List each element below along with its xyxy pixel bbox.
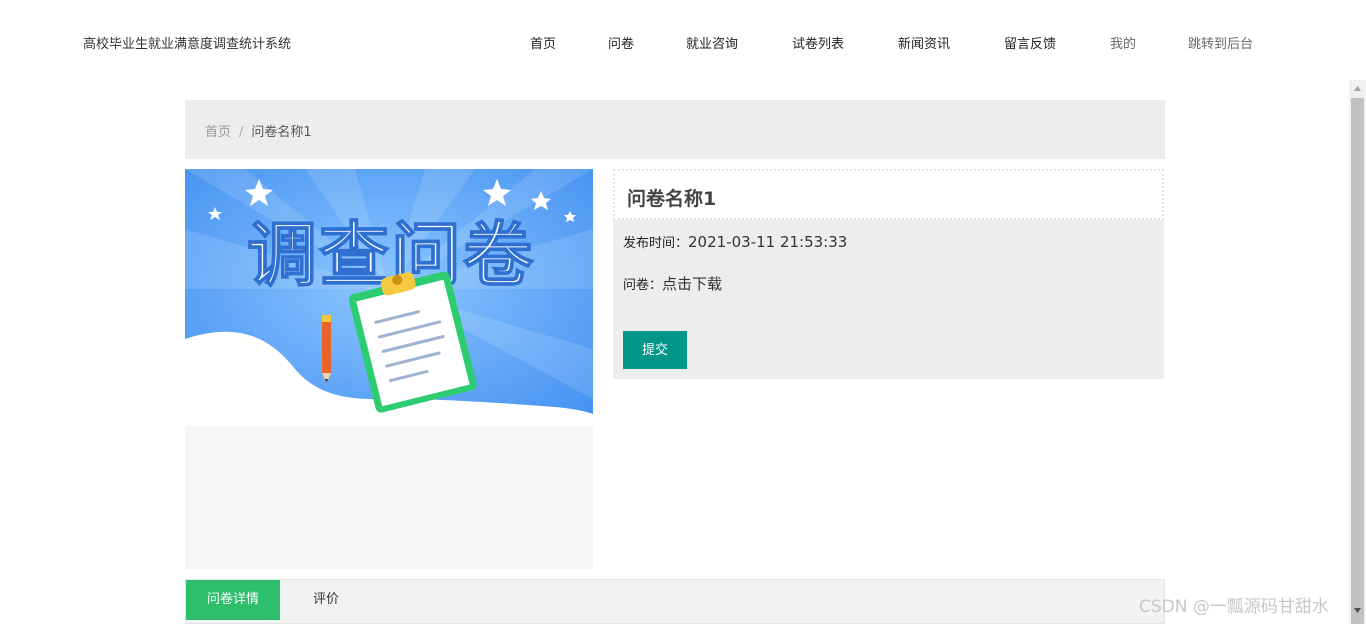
survey-banner-image: 调查问卷 bbox=[185, 169, 593, 426]
scrollbar-thumb[interactable] bbox=[1351, 98, 1364, 624]
publish-time-value: 2021-03-11 21:53:33 bbox=[688, 233, 848, 251]
detail-tabs: 问卷详情 评价 bbox=[185, 579, 1165, 624]
main-nav: 首页 问卷 就业咨询 试卷列表 新闻资讯 留言反馈 我的 跳转到后台 bbox=[0, 33, 1366, 53]
watermark: CSDN @一瓢源码甘甜水 bbox=[1139, 597, 1329, 617]
nav-item-news[interactable]: 新闻资讯 bbox=[898, 33, 950, 52]
tab-review[interactable]: 评价 bbox=[280, 580, 372, 620]
survey-title-box: 问卷名称1 bbox=[613, 169, 1164, 220]
nav-item-exam-list[interactable]: 试卷列表 bbox=[792, 33, 844, 52]
vertical-scrollbar[interactable] bbox=[1349, 80, 1366, 624]
survey-file-row: 问卷：点击下载 bbox=[623, 273, 722, 294]
scroll-up-arrow-icon[interactable] bbox=[1349, 80, 1366, 97]
breadcrumb: 首页 / 问卷名称1 bbox=[205, 121, 312, 140]
breadcrumb-current: 问卷名称1 bbox=[251, 125, 312, 140]
survey-file-label: 问卷： bbox=[623, 278, 663, 293]
publish-time-label: 发布时间： bbox=[623, 236, 689, 251]
breadcrumb-separator: / bbox=[239, 125, 244, 140]
nav-item-employment-consult[interactable]: 就业咨询 bbox=[686, 33, 738, 52]
pencil-icon bbox=[322, 315, 331, 383]
image-panel: 调查问卷 bbox=[185, 169, 593, 569]
nav-item-feedback[interactable]: 留言反馈 bbox=[1004, 33, 1056, 52]
publish-time-row: 发布时间：2021-03-11 21:53:33 bbox=[623, 232, 847, 251]
survey-info-panel: 问卷名称1 发布时间：2021-03-11 21:53:33 问卷：点击下载 提… bbox=[613, 169, 1164, 379]
breadcrumb-bar: 首页 / 问卷名称1 bbox=[185, 100, 1165, 159]
nav-item-mine[interactable]: 我的 bbox=[1110, 33, 1136, 52]
nav-item-home[interactable]: 首页 bbox=[530, 33, 556, 52]
survey-title: 问卷名称1 bbox=[627, 188, 717, 210]
breadcrumb-home[interactable]: 首页 bbox=[205, 125, 231, 140]
header: 高校毕业生就业满意度调查统计系统 首页 问卷 就业咨询 试卷列表 新闻资讯 留言… bbox=[0, 0, 1366, 82]
submit-button[interactable]: 提交 bbox=[623, 331, 687, 369]
scroll-down-arrow-icon[interactable] bbox=[1349, 602, 1366, 619]
tab-survey-detail[interactable]: 问卷详情 bbox=[186, 580, 280, 620]
download-link[interactable]: 点击下载 bbox=[662, 275, 722, 293]
nav-item-survey[interactable]: 问卷 bbox=[608, 33, 634, 52]
nav-item-admin[interactable]: 跳转到后台 bbox=[1188, 33, 1253, 52]
